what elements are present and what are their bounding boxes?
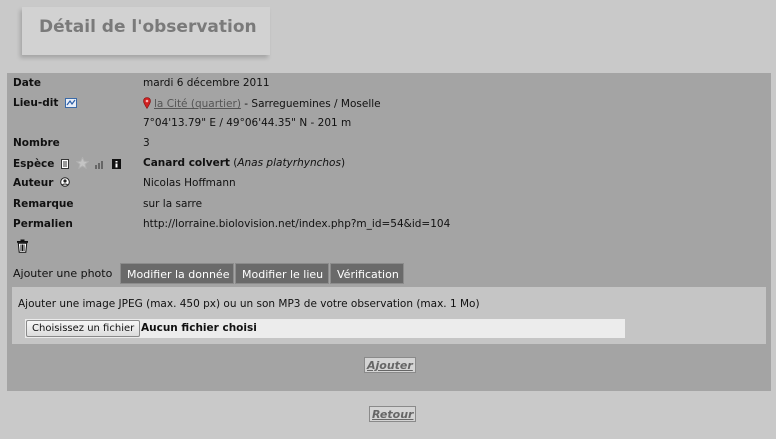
nombre-label: Nombre (13, 137, 60, 149)
auteur-value: Nicolas Hoffmann (143, 177, 236, 189)
species-paren-close: ) (340, 157, 346, 169)
document-icon[interactable] (61, 159, 70, 172)
lieu-dit-label: Lieu-dit (13, 97, 78, 111)
tab-ajouter-photo[interactable]: Ajouter une photo (7, 263, 119, 284)
user-details-icon[interactable] (60, 177, 70, 191)
row-permalien: Permalien http://lorraine.biolovision.ne… (7, 214, 771, 232)
date-label: Date (13, 77, 41, 89)
place-link[interactable]: la Cité (quartier) (154, 98, 241, 110)
permalien-label: Permalien (13, 218, 73, 230)
bar-chart-icon[interactable] (95, 160, 105, 172)
permalien-value: http://lorraine.biolovision.net/index.ph… (143, 218, 451, 230)
espece-value: Canard colvert (Anas platyrhynchos) (143, 157, 345, 169)
info-icon[interactable] (112, 159, 122, 172)
row-coords: 7°04'13.79" E / 49°06'44.35" N - 201 m (7, 113, 771, 131)
coords-value: 7°04'13.79" E / 49°06'44.35" N - 201 m (143, 117, 352, 129)
row-remarque: Remarque sur la sarre (7, 194, 771, 212)
date-value: mardi 6 décembre 2011 (143, 77, 270, 89)
nombre-value: 3 (143, 137, 150, 149)
row-date: Date mardi 6 décembre 2011 (7, 73, 771, 91)
espece-label: Espèce (13, 156, 122, 172)
file-input[interactable]: Choisissez un fichier Aucun fichier choi… (25, 319, 625, 338)
remarque-label: Remarque (13, 198, 74, 210)
lieu-dit-value: la Cité (quartier) - Sarreguemines / Mos… (143, 97, 381, 112)
back-button[interactable]: Retour (369, 406, 417, 422)
row-auteur: Auteur Nicolas Hoffmann (7, 173, 771, 191)
species-latin-name: Anas platyrhynchos (237, 157, 341, 169)
lieu-dit-label-text: Lieu-dit (13, 97, 59, 109)
page-title: Détail de l'observation (39, 17, 257, 37)
row-nombre: Nombre 3 (7, 133, 771, 151)
row-lieu-dit: Lieu-dit la Cité (quartier) - Sarreguemi… (7, 93, 771, 111)
upload-instructions: Ajouter une image JPEG (max. 450 px) ou … (18, 298, 480, 310)
tab-verification[interactable]: Vérification (330, 263, 404, 284)
upload-panel: Ajouter une image JPEG (max. 450 px) ou … (12, 287, 766, 344)
species-common-name: Canard colvert (143, 157, 230, 169)
tab-bar: Ajouter une photo Modifier la donnée Mod… (7, 263, 771, 285)
choose-file-button[interactable]: Choisissez un fichier (26, 320, 141, 337)
tab-modifier-lieu[interactable]: Modifier le lieu (235, 263, 329, 284)
star-icon[interactable] (75, 156, 90, 172)
espece-label-text: Espèce (13, 158, 55, 170)
trash-icon[interactable] (16, 239, 29, 256)
row-espece: Espèce Canard colvert (Anas platyrhyncho… (7, 153, 771, 171)
file-status: Aucun fichier choisi (141, 322, 257, 334)
observation-details: Date mardi 6 décembre 2011 Lieu-dit la C… (7, 73, 771, 391)
add-button[interactable]: Ajouter (364, 357, 416, 373)
auteur-label-text: Auteur (13, 177, 54, 189)
location-pin-icon (143, 97, 151, 112)
place-rest: - Sarreguemines / Moselle (240, 98, 381, 110)
remarque-value: sur la sarre (143, 198, 203, 210)
auteur-label: Auteur (13, 177, 70, 191)
title-card: Détail de l'observation (22, 7, 270, 55)
tab-modifier-donnee[interactable]: Modifier la donnée (120, 263, 234, 284)
map-icon[interactable] (65, 98, 78, 111)
